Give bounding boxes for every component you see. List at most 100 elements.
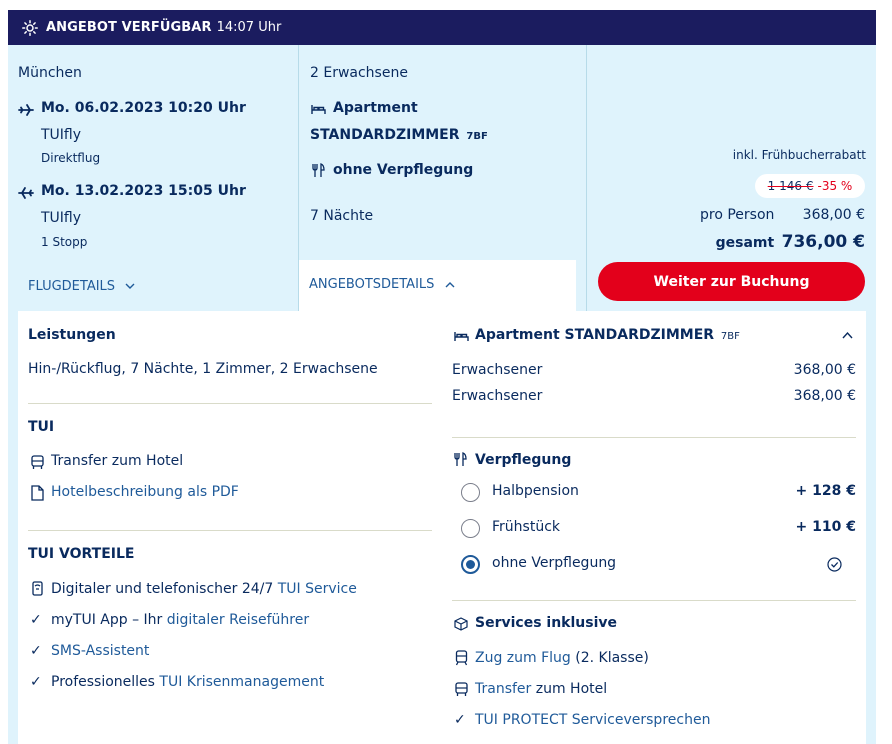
- radio-no-board[interactable]: [461, 555, 480, 574]
- early-booker-note: inkl. Frühbucherrabatt: [732, 148, 866, 162]
- departure-airport: München: [18, 65, 82, 81]
- package-icon: [454, 617, 468, 631]
- included-text: zum Hotel: [531, 681, 608, 697]
- room-type: Apartment: [333, 100, 418, 116]
- travellers: 2 Erwachsene: [310, 65, 408, 81]
- meal-option-price: + 128 €: [795, 483, 856, 499]
- flight-column: München Mo. 06.02.2023 10:20 Uhr TUIfly …: [8, 45, 298, 311]
- continue-booking-button[interactable]: Weiter zur Buchung: [598, 262, 865, 301]
- transfer-link[interactable]: Transfer: [475, 681, 531, 697]
- cutlery-icon: [312, 163, 325, 177]
- offer-card: ANGEBOT VERFÜGBAR 14:07 Uhr München Mo. …: [8, 10, 876, 744]
- offer-details-label: ANGEBOTSDETAILS: [309, 277, 435, 292]
- radio-halfboard[interactable]: [461, 483, 480, 502]
- tui-service-link[interactable]: TUI Service: [278, 581, 357, 597]
- offer-details-link: ANGEBOTSDETAILS: [309, 277, 455, 292]
- bus-icon: [455, 682, 468, 696]
- train-link[interactable]: Zug zum Flug: [475, 650, 571, 666]
- divider: [28, 403, 432, 404]
- tui-protect-link[interactable]: TUI PROTECT Serviceversprechen: [475, 712, 710, 728]
- price-row-label: Erwachsener: [452, 362, 543, 378]
- bed-icon: [311, 105, 326, 114]
- tab-offer-details[interactable]: ANGEBOTSDETAILS: [299, 260, 576, 312]
- divider: [452, 437, 856, 438]
- check-icon: ✓: [30, 612, 42, 628]
- room-code: 7BF: [720, 331, 740, 342]
- chevron-down-icon: [125, 283, 135, 289]
- availability-banner: ANGEBOT VERFÜGBAR 14:07 Uhr: [8, 10, 876, 45]
- sms-assistant-link[interactable]: SMS-Assistent: [51, 643, 149, 659]
- return-carrier: TUIfly: [41, 210, 82, 226]
- banner-time: 14:07 Uhr: [216, 20, 282, 35]
- room-name: STANDARDZIMMER 7BF: [310, 127, 488, 143]
- price-row-value: 368,00 €: [793, 362, 856, 378]
- discount-badge: 1 146 € -35 %: [755, 174, 865, 198]
- document-icon: [31, 485, 44, 501]
- advantage-text: myTUI App – Ihr: [51, 612, 167, 628]
- advantage-text: Digitaler und telefonischer 24/7: [51, 581, 278, 597]
- check-icon: ✓: [30, 674, 42, 690]
- hotel-pdf-link[interactable]: Hotelbeschreibung als PDF: [51, 484, 239, 500]
- offer-details-panel: Leistungen Hin-/Rückflug, 7 Nächte, 1 Zi…: [18, 311, 866, 744]
- crisis-management-link[interactable]: TUI Krisenmanagement: [159, 674, 324, 690]
- advantages-title: TUI VORTEILE: [28, 546, 135, 562]
- meals-title: Verpflegung: [475, 452, 572, 468]
- departure-plane-icon: [18, 104, 34, 116]
- total-price: gesamt 736,00 €: [716, 232, 865, 252]
- chevron-up-icon: [445, 282, 455, 288]
- return-plane-icon: [18, 187, 34, 199]
- advantage-app: myTUI App – Ihr digitaler Reiseführer: [51, 612, 309, 628]
- outbound-stops: Direktflug: [41, 151, 101, 165]
- per-person-label: pro Person: [700, 207, 775, 223]
- per-person-price: 368,00 €: [802, 207, 865, 223]
- divider: [452, 600, 856, 601]
- room-section-title: Apartment STANDARDZIMMER 7BF: [475, 327, 740, 343]
- travel-guide-link[interactable]: digitaler Reiseführer: [167, 612, 309, 628]
- included-text: (2. Klasse): [570, 650, 649, 666]
- bus-icon: [31, 455, 44, 469]
- included-transfer: Transfer zum Hotel: [475, 681, 607, 697]
- collapse-chevron-icon[interactable]: [842, 331, 853, 339]
- bed-icon: [454, 332, 469, 341]
- cutlery-icon: [454, 452, 467, 466]
- services-text: Hin-/Rückflug, 7 Nächte, 1 Zimmer, 2 Erw…: [28, 361, 378, 377]
- included-train: Zug zum Flug (2. Klasse): [475, 650, 649, 666]
- sun-icon: [22, 19, 38, 36]
- return-date: Mo. 13.02.2023 15:05 Uhr: [41, 183, 246, 199]
- meal-option-label: Halbpension: [492, 483, 579, 499]
- advantage-crisis: Professionelles TUI Krisenmanagement: [51, 674, 324, 690]
- total-value: 736,00 €: [781, 232, 865, 252]
- check-icon: ✓: [454, 712, 466, 728]
- flight-details-link[interactable]: FLUGDETAILS: [28, 279, 135, 294]
- nights: 7 Nächte: [310, 208, 374, 224]
- room-code: 7BF: [466, 131, 488, 142]
- check-circle-icon: [827, 557, 842, 572]
- services-title: Leistungen: [28, 327, 116, 343]
- meal-option-label: ohne Verpflegung: [492, 555, 617, 571]
- outbound-carrier: TUIfly: [41, 127, 82, 143]
- price-row-value: 368,00 €: [793, 388, 856, 404]
- total-label: gesamt: [715, 235, 775, 251]
- room-name-text: STANDARDZIMMER: [310, 127, 460, 143]
- flight-details-label: FLUGDETAILS: [28, 279, 116, 294]
- transfer-label: Transfer zum Hotel: [51, 453, 184, 469]
- advantage-service: Digitaler und telefonischer 24/7 TUI Ser…: [51, 581, 357, 597]
- advantage-text: Professionelles: [51, 674, 160, 690]
- radio-breakfast[interactable]: [461, 519, 480, 538]
- banner-title: ANGEBOT VERFÜGBAR: [46, 20, 212, 35]
- return-stops: 1 Stopp: [41, 235, 88, 249]
- check-icon: ✓: [30, 643, 42, 659]
- outbound-date: Mo. 06.02.2023 10:20 Uhr: [41, 100, 246, 116]
- meal-option-price: + 110 €: [795, 519, 856, 535]
- included-title: Services inklusive: [475, 615, 618, 631]
- train-icon: [455, 650, 468, 666]
- discount-percent: -35 %: [817, 179, 853, 193]
- room-title: Apartment STANDARDZIMMER: [475, 327, 715, 343]
- meal-option-label: Frühstück: [492, 519, 560, 535]
- price-row-label: Erwachsener: [452, 388, 543, 404]
- old-price: 1 146 €: [767, 179, 814, 193]
- tui-title: TUI: [28, 419, 55, 435]
- board-type: ohne Verpflegung: [333, 162, 474, 178]
- divider: [28, 530, 432, 531]
- phone-service-icon: [32, 581, 43, 596]
